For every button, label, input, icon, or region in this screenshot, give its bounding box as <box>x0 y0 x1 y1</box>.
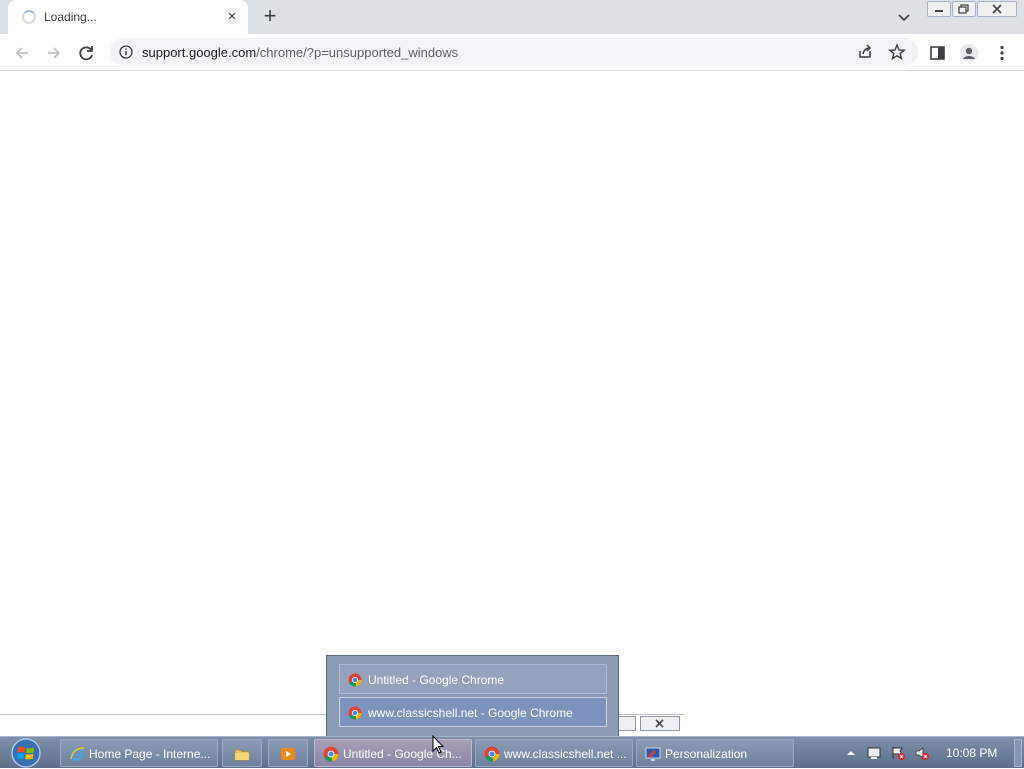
show-hidden-icons-arrow-icon[interactable] <box>846 748 856 758</box>
chrome-icon <box>348 673 362 687</box>
popup-item-label: Untitled - Google Chrome <box>368 673 505 687</box>
popup-item-label: www.classicshell.net - Google Chrome <box>368 706 573 720</box>
chrome-icon <box>323 746 339 762</box>
taskbar-button-personalization[interactable]: Personalization <box>636 739 794 767</box>
system-tray: 10:08 PM <box>840 737 1024 769</box>
network-error-icon[interactable] <box>890 745 906 761</box>
url-text: support.google.com/chrome/?p=unsupported… <box>142 45 458 60</box>
popup-window-item[interactable]: www.classicshell.net - Google Chrome <box>339 697 607 727</box>
media-player-icon <box>281 748 295 760</box>
minimize-button[interactable] <box>927 1 951 17</box>
back-arrow-icon[interactable] <box>12 43 32 63</box>
profile-avatar-icon[interactable] <box>959 43 979 63</box>
tab-search-icon[interactable] <box>896 9 912 25</box>
window-controls <box>927 1 1018 17</box>
tab-strip: Loading... × + <box>0 0 1024 34</box>
reload-loading-icon[interactable] <box>76 43 96 63</box>
start-button-icon[interactable] <box>6 737 46 769</box>
internet-explorer-icon <box>70 747 85 761</box>
taskbar-button-label: Personalization <box>665 747 748 761</box>
taskbar-button-explorer[interactable] <box>222 739 262 767</box>
url-host: support.google.com <box>142 45 257 60</box>
taskbar-button-media-player[interactable] <box>268 739 308 767</box>
personalization-icon <box>645 747 661 761</box>
address-bar[interactable]: support.google.com/chrome/?p=unsupported… <box>110 38 918 66</box>
bookmark-star-icon[interactable] <box>888 43 906 61</box>
show-desktop-button[interactable] <box>1014 739 1022 767</box>
page-content <box>0 71 1024 735</box>
browser-toolbar: support.google.com/chrome/?p=unsupported… <box>0 34 1024 71</box>
popup-window-item[interactable]: Untitled - Google Chrome <box>339 664 607 694</box>
taskbar-button-chrome-untitled[interactable]: Untitled - Google Ch... <box>314 739 472 767</box>
action-center-flag-icon[interactable] <box>866 745 882 761</box>
loading-spinner-icon <box>22 10 36 24</box>
restore-button[interactable] <box>952 1 976 17</box>
browser-tab[interactable]: Loading... × <box>8 0 248 34</box>
new-tab-button[interactable]: + <box>259 5 281 27</box>
taskbar-button-chrome-classicshell[interactable]: www.classicshell.net ... <box>475 739 633 767</box>
background-close-button[interactable] <box>640 716 680 731</box>
forward-arrow-icon[interactable] <box>44 43 64 63</box>
url-path: /chrome/?p=unsupported_windows <box>256 45 459 60</box>
tab-close-button[interactable]: × <box>224 9 240 25</box>
menu-kebab-icon[interactable] <box>992 43 1012 63</box>
volume-muted-icon[interactable] <box>914 745 930 761</box>
taskbar-button-label: www.classicshell.net ... <box>504 747 627 761</box>
side-panel-icon[interactable] <box>928 43 948 63</box>
taskbar-clock[interactable]: 10:08 PM <box>946 746 997 760</box>
taskbar-button-label: Home Page - Interne... <box>89 747 211 761</box>
tab-title: Loading... <box>44 10 97 24</box>
mouse-cursor-icon <box>432 735 444 754</box>
window-close-button[interactable] <box>977 1 1017 17</box>
share-icon[interactable] <box>856 43 874 61</box>
chrome-icon <box>348 706 362 720</box>
chrome-icon <box>484 746 500 762</box>
folder-icon <box>234 749 250 761</box>
taskbar-button-ie[interactable]: Home Page - Interne... <box>60 739 218 767</box>
site-info-icon[interactable] <box>119 45 133 59</box>
windows-taskbar: Home Page - Interne... Untitled - Google… <box>0 736 1024 768</box>
taskbar-thumbnail-popup: Untitled - Google Chrome www.classicshel… <box>326 655 619 737</box>
